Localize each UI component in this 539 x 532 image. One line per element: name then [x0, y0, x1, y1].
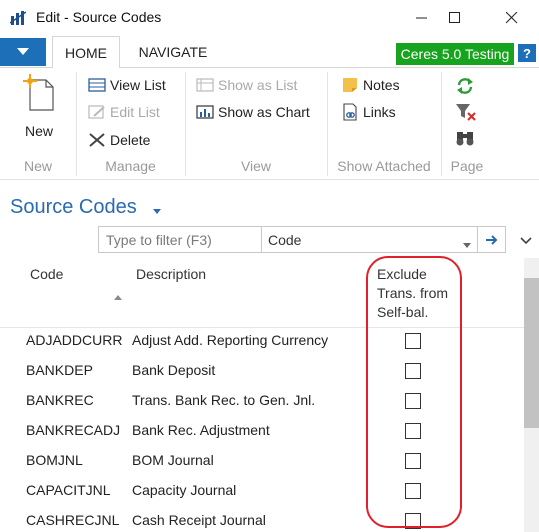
- filter-bar: Code: [98, 226, 506, 253]
- window-title: Edit - Source Codes: [36, 9, 162, 25]
- links-icon: [340, 102, 360, 122]
- cell-code: BOMJNL: [26, 452, 83, 468]
- show-as-chart-button[interactable]: Show as Chart: [195, 100, 310, 124]
- ribbon: New New View List Edit List Delete Manag…: [0, 68, 539, 180]
- notes-icon: [340, 75, 360, 95]
- show-as-chart-label: Show as Chart: [218, 104, 310, 120]
- vertical-scrollbar[interactable]: [524, 258, 539, 532]
- new-button[interactable]: New: [14, 74, 64, 139]
- ribbon-group-label-page: Page: [450, 158, 484, 174]
- cell-code: BANKREC: [26, 392, 94, 408]
- column-header-exclude-trans-from-self-bal[interactable]: Exclude Trans. from Self-bal.: [377, 265, 448, 322]
- exclude-checkbox[interactable]: [405, 453, 421, 469]
- notes-label: Notes: [363, 77, 400, 93]
- chevron-down-icon: [463, 236, 471, 252]
- cell-description: Adjust Add. Reporting Currency: [132, 332, 329, 348]
- new-button-label: New: [24, 123, 53, 139]
- edit-list-button[interactable]: Edit List: [87, 100, 160, 124]
- exclude-checkbox[interactable]: [405, 423, 421, 439]
- view-list-button[interactable]: View List: [87, 73, 166, 97]
- new-document-icon: [22, 74, 56, 116]
- refresh-icon[interactable]: [455, 76, 475, 101]
- table-row[interactable]: BOMJNL BOM Journal: [0, 446, 524, 476]
- ribbon-group-new: New New: [0, 68, 76, 180]
- filter-field-select[interactable]: Code: [261, 227, 477, 252]
- filter-field-value: Code: [268, 231, 302, 248]
- delete-icon: [87, 130, 107, 150]
- column-header-exclude-line: Exclude: [377, 266, 427, 282]
- application-menu-button[interactable]: [0, 38, 46, 66]
- cell-code: CASHRECJNL: [26, 512, 120, 528]
- apply-filter-button[interactable]: [477, 227, 505, 252]
- view-list-icon: [87, 75, 107, 95]
- show-as-list-icon: [195, 75, 215, 95]
- cell-description: Trans. Bank Rec. to Gen. Jnl.: [132, 392, 316, 408]
- scrollbar-thumb[interactable]: [524, 278, 539, 428]
- column-header-exclude-line: Trans. from: [377, 285, 449, 301]
- exclude-checkbox[interactable]: [405, 363, 421, 379]
- cell-description: BOM Journal: [132, 452, 214, 468]
- help-icon[interactable]: ?: [518, 44, 536, 62]
- delete-button[interactable]: Delete: [87, 128, 150, 152]
- ribbon-group-label-new: New: [23, 158, 52, 174]
- links-button[interactable]: Links: [340, 100, 396, 124]
- exclude-checkbox[interactable]: [405, 513, 421, 529]
- edit-list-icon: [87, 102, 107, 122]
- exclude-checkbox[interactable]: [405, 393, 421, 409]
- filter-input[interactable]: [99, 227, 261, 252]
- show-as-chart-icon: [195, 102, 215, 122]
- company-badge: Ceres 5.0 Testing: [396, 43, 514, 65]
- table-row[interactable]: CASHRECJNL Cash Receipt Journal: [0, 506, 524, 532]
- show-as-list-label: Show as List: [218, 77, 298, 93]
- ribbon-group-manage: View List Edit List Delete Manage: [77, 68, 184, 180]
- cell-code: BANKRECADJ: [26, 422, 121, 438]
- cell-code: CAPACITJNL: [26, 482, 111, 498]
- exclude-checkbox[interactable]: [405, 333, 421, 349]
- cell-description: Capacity Journal: [132, 482, 237, 498]
- table-row[interactable]: BANKRECADJ Bank Rec. Adjustment: [0, 416, 524, 446]
- table-row[interactable]: CAPACITJNL Capacity Journal: [0, 476, 524, 506]
- cell-description: Bank Rec. Adjustment: [132, 422, 270, 438]
- ribbon-group-label-show-attached: Show Attached: [337, 158, 431, 174]
- table-row[interactable]: ADJADDCURR Adjust Add. Reporting Currenc…: [0, 326, 524, 356]
- delete-label: Delete: [110, 132, 151, 148]
- view-list-label: View List: [110, 77, 166, 93]
- cell-code: BANKDEP: [26, 362, 93, 378]
- close-button[interactable]: [489, 0, 535, 36]
- column-header-exclude-line: Self-bal.: [377, 304, 429, 320]
- sort-ascending-icon: [114, 288, 122, 306]
- ribbon-group-page: Page: [442, 68, 492, 180]
- ribbon-group-label-manage: Manage: [105, 158, 156, 174]
- ribbon-group-label-view: View: [240, 158, 272, 174]
- tab-home[interactable]: HOME: [52, 36, 120, 69]
- table-row[interactable]: BANKDEP Bank Deposit: [0, 356, 524, 386]
- links-label: Links: [363, 104, 396, 120]
- cell-description: Bank Deposit: [132, 362, 216, 378]
- source-codes-grid: Code Description Exclude Trans. from Sel…: [0, 258, 524, 532]
- title-bar: Edit - Source Codes: [0, 0, 539, 36]
- column-header-description[interactable]: Description: [136, 265, 206, 284]
- cell-code: ADJADDCURR: [26, 332, 123, 348]
- page-title-menu-chevron-icon[interactable]: [153, 204, 161, 218]
- ribbon-group-show-attached: Notes Links Show Attached: [328, 68, 440, 180]
- exclude-checkbox[interactable]: [405, 483, 421, 499]
- table-row[interactable]: BANKREC Trans. Bank Rec. to Gen. Jnl.: [0, 386, 524, 416]
- maximize-button[interactable]: [432, 0, 478, 36]
- find-binoculars-icon[interactable]: [455, 128, 475, 153]
- collapse-chevron-icon[interactable]: [520, 232, 532, 250]
- notes-button[interactable]: Notes: [340, 73, 400, 97]
- app-logo-icon: [9, 10, 27, 26]
- page-title: Source Codes: [10, 196, 137, 218]
- clear-filter-icon[interactable]: [455, 102, 477, 127]
- ribbon-group-view: Show as List Show as Chart View: [186, 68, 326, 180]
- tab-navigate[interactable]: NAVIGATE: [128, 36, 218, 68]
- ribbon-tab-row: HOME NAVIGATE Ceres 5.0 Testing ?: [0, 36, 539, 69]
- show-as-list-button[interactable]: Show as List: [195, 73, 297, 97]
- cell-description: Cash Receipt Journal: [132, 512, 266, 528]
- edit-list-label: Edit List: [110, 104, 160, 120]
- column-header-code[interactable]: Code: [30, 265, 63, 284]
- arrow-right-icon: [485, 234, 497, 245]
